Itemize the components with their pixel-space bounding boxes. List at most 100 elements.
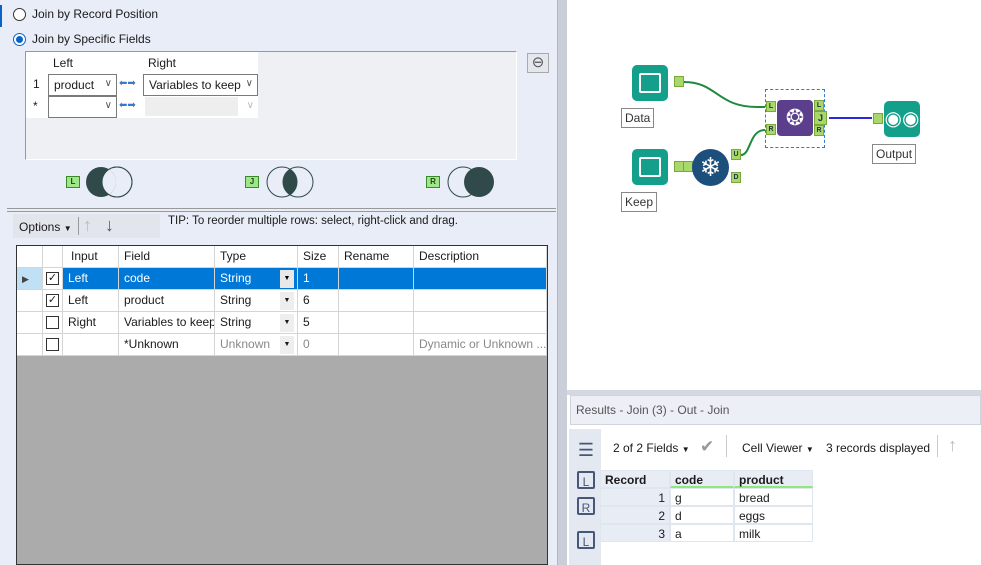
column-header[interactable]: Rename <box>339 246 414 268</box>
venn-left-icon[interactable] <box>84 166 134 198</box>
radio-record-position[interactable] <box>13 8 26 21</box>
join-out-j-anchor[interactable]: J <box>814 111 827 125</box>
cell-viewer-dropdown[interactable]: Cell Viewer ▼ <box>742 441 814 455</box>
reorder-tip: TIP: To reorder multiple rows: select, r… <box>168 215 458 227</box>
cell-field: *Unknown <box>119 334 215 356</box>
cell-input: Right <box>63 312 119 334</box>
cell-description <box>414 312 547 334</box>
output-node-label[interactable]: Output <box>872 144 917 164</box>
record-number: 3 <box>600 524 670 542</box>
type-dropdown-caret-icon[interactable]: ▼ <box>280 314 294 332</box>
row-header-corner <box>17 246 43 268</box>
right-anchor-tag: R <box>426 176 440 188</box>
cell-input: Left <box>63 268 119 290</box>
header-right: Right <box>148 56 177 70</box>
results-cell[interactable]: g <box>670 488 734 506</box>
radio-specific-fields-label[interactable]: Join by Specific Fields <box>32 32 151 46</box>
column-header[interactable]: Input <box>63 246 119 268</box>
row-selector[interactable]: ▶ <box>17 268 43 290</box>
join-tool-icon[interactable]: ❂ <box>777 100 813 136</box>
table-view-icon[interactable]: ☰ <box>577 441 595 459</box>
results-cell[interactable]: bread <box>734 488 813 506</box>
data-output-anchor[interactable] <box>674 76 684 87</box>
field-checkbox[interactable]: ✓ <box>46 272 59 285</box>
checkbox-header <box>43 246 63 268</box>
row-selector[interactable] <box>17 312 43 334</box>
browse-binoculars-icon[interactable]: ◉◉ <box>884 101 920 137</box>
cell-rename[interactable] <box>339 312 414 334</box>
right-input-icon[interactable]: R <box>577 497 595 515</box>
results-title: Results - Join (3) - Out - Join <box>570 395 981 425</box>
cell-description <box>414 290 547 312</box>
join-left-anchor[interactable]: L <box>766 101 776 112</box>
join-fields-grid: Left Right 1 product ∨ ⬅➡ Variables to k… <box>25 51 517 160</box>
results-cell[interactable]: eggs <box>734 506 813 524</box>
data-node-label[interactable]: Data <box>621 108 655 128</box>
chevron-down-icon: ∨ <box>104 78 112 89</box>
unique-u-anchor[interactable]: U <box>731 149 741 160</box>
field-checkbox[interactable] <box>46 338 59 351</box>
records-displayed: 3 records displayed <box>826 441 931 455</box>
cell-input <box>63 334 119 356</box>
workflow-canvas[interactable]: Data Keep ❄ U D L R ❂ L J R ◉◉ Output <box>567 0 981 390</box>
radio-specific-fields[interactable] <box>13 33 26 46</box>
radio-record-position-label[interactable]: Join by Record Position <box>32 7 158 21</box>
row-selector[interactable] <box>17 334 43 356</box>
left-input-icon[interactable]: L <box>577 471 595 489</box>
remove-row-button[interactable]: ⊖ <box>527 53 549 73</box>
move-up-icon[interactable]: ↑ <box>83 215 92 236</box>
options-dropdown[interactable]: Options ▼ <box>19 220 72 234</box>
join-out-l-anchor[interactable]: L <box>814 100 824 111</box>
column-header[interactable]: Size <box>298 246 339 268</box>
results-column-header[interactable]: code <box>670 470 734 488</box>
column-header[interactable]: Field <box>119 246 215 268</box>
join-anchor-tag: J <box>245 176 259 188</box>
left-output-icon[interactable]: L <box>577 531 595 549</box>
data-input-tool-icon[interactable] <box>632 65 668 101</box>
cell-rename[interactable] <box>339 334 414 356</box>
chevron-down-icon: ∨ <box>246 100 254 111</box>
move-down-icon[interactable]: ↓ <box>105 215 114 236</box>
left-field-select[interactable]: product ∨ <box>48 74 117 96</box>
results-cell[interactable]: a <box>670 524 734 542</box>
column-header[interactable]: Description <box>414 246 547 268</box>
keep-node-label[interactable]: Keep <box>621 192 658 212</box>
type-dropdown-caret-icon[interactable]: ▼ <box>280 270 294 288</box>
row-selector[interactable] <box>17 290 43 312</box>
results-column-header[interactable]: Record <box>600 470 670 488</box>
unique-d-anchor[interactable]: D <box>731 172 741 183</box>
focus-edge <box>0 5 2 27</box>
field-checkbox[interactable]: ✓ <box>46 294 59 307</box>
venn-join-icon[interactable] <box>265 166 315 198</box>
select-toolbar: Options ▼ ↑ ↓ <box>13 214 160 238</box>
fields-selector[interactable]: 2 of 2 Fields ▼ <box>613 441 690 455</box>
type-dropdown-caret-icon[interactable]: ▼ <box>280 292 294 310</box>
results-cell[interactable]: milk <box>734 524 813 542</box>
output-input-anchor[interactable] <box>873 113 883 124</box>
left-field-select-new[interactable]: ∨ <box>48 96 117 118</box>
scroll-up-icon[interactable]: ↑ <box>948 435 957 456</box>
caret-down-icon: ▼ <box>681 445 690 454</box>
checkbox-cell: ✓ <box>43 268 63 290</box>
apply-check-icon[interactable]: ✔ <box>700 437 714 457</box>
cell-input: Left <box>63 290 119 312</box>
cell-rename[interactable] <box>339 268 414 290</box>
right-field-select[interactable]: Variables to keep ∨ <box>143 74 258 96</box>
chevron-down-icon: ∨ <box>104 100 112 111</box>
results-column-header[interactable]: product <box>734 470 813 488</box>
swap-arrows-icon: ⬅➡ <box>119 78 136 89</box>
results-cell[interactable]: d <box>670 506 734 524</box>
type-dropdown-caret-icon[interactable]: ▼ <box>280 336 294 354</box>
unique-tool-snowflake-icon[interactable]: ❄ <box>692 149 729 186</box>
fields-selector-label: 2 of 2 Fields <box>613 441 679 455</box>
vertical-splitter[interactable] <box>557 0 567 565</box>
divider <box>7 208 556 212</box>
join-right-anchor[interactable]: R <box>766 124 776 135</box>
field-checkbox[interactable] <box>46 316 59 329</box>
keep-input-tool-icon[interactable] <box>632 149 668 185</box>
venn-right-icon[interactable] <box>446 166 496 198</box>
column-header[interactable]: Type <box>215 246 298 268</box>
record-number: 2 <box>600 506 670 524</box>
join-out-r-anchor[interactable]: R <box>814 125 824 136</box>
cell-rename[interactable] <box>339 290 414 312</box>
